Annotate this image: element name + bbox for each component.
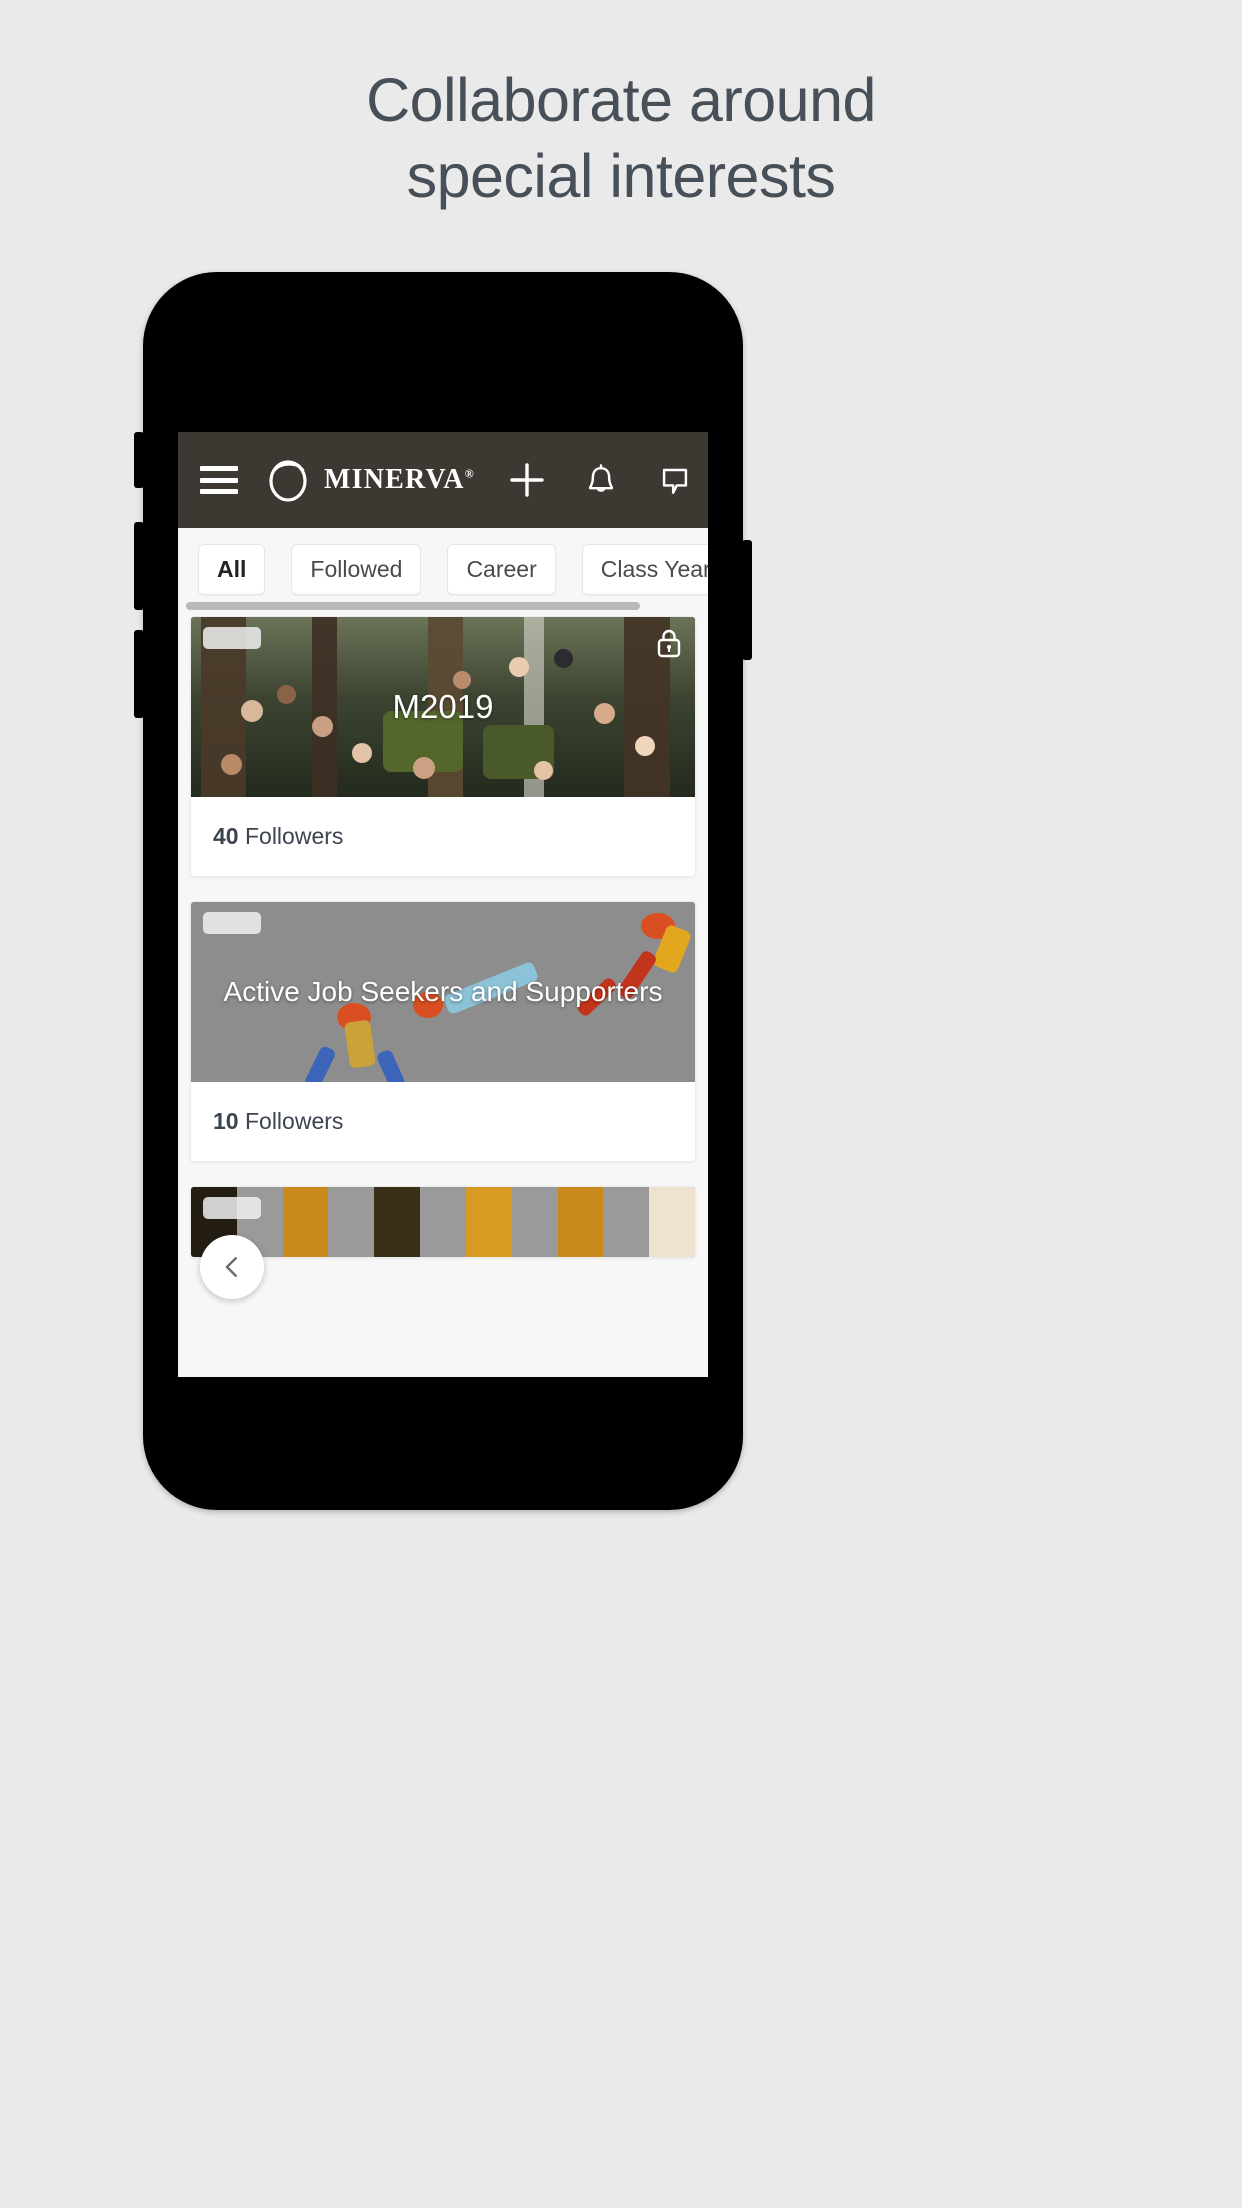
hamburger-menu-icon[interactable]	[200, 466, 238, 494]
card-followers-count: 10	[213, 1108, 239, 1134]
card-badge	[203, 912, 261, 934]
notifications-button[interactable]	[579, 458, 623, 502]
card-media: M2019	[191, 617, 695, 797]
plus-icon	[510, 463, 544, 497]
chat-bubble-icon	[662, 468, 688, 494]
batik-pattern	[191, 1187, 695, 1257]
phone-power-button[interactable]	[742, 540, 752, 660]
card-media: Active Job Seekers and Supporters	[191, 902, 695, 1082]
add-button[interactable]	[505, 458, 549, 502]
app-header: MINERVA®	[178, 432, 708, 528]
page-title: Collaborate around special interests	[0, 62, 1242, 214]
page-title-line1: Collaborate around	[366, 66, 876, 134]
card-title: M2019	[392, 688, 494, 725]
card-badge	[203, 627, 261, 649]
card-followers-count: 40	[213, 823, 239, 849]
filter-chip-class-year[interactable]: Class Year	[581, 544, 708, 595]
phone-screen: MINERVA® All Followed Career Class Year …	[178, 432, 708, 1377]
chevron-left-icon	[225, 1257, 237, 1277]
brand-trademark: ®	[464, 466, 475, 481]
horizontal-scrollbar[interactable]	[186, 602, 640, 610]
page-title-line2: special interests	[406, 142, 836, 210]
phone-volume-down-button[interactable]	[134, 630, 144, 718]
minerva-ring-icon	[269, 460, 307, 502]
phone-mockup: MINERVA® All Followed Career Class Year …	[134, 272, 752, 1510]
filter-bar: All Followed Career Class Year	[178, 528, 708, 616]
phone-volume-up-button[interactable]	[134, 522, 144, 610]
card-media	[191, 1187, 695, 1257]
back-button[interactable]	[200, 1235, 264, 1299]
card-title: Active Job Seekers and Supporters	[223, 976, 663, 1007]
card-followers-label: Followers	[244, 1108, 344, 1134]
card-followers-label: Followers	[244, 823, 344, 849]
group-card-partial[interactable]	[190, 1186, 696, 1258]
group-card-m2019[interactable]: M2019 40 Followers	[190, 616, 696, 877]
brand-logo[interactable]: MINERVA®	[264, 456, 475, 504]
filter-chip-followed[interactable]: Followed	[291, 544, 422, 595]
bell-icon	[588, 464, 614, 492]
filter-chip-career[interactable]: Career	[447, 544, 556, 595]
phone-mute-switch[interactable]	[134, 432, 144, 488]
card-footer: 10 Followers	[191, 1082, 695, 1161]
group-card-active-job-seekers[interactable]: Active Job Seekers and Supporters 10 Fol…	[190, 901, 696, 1162]
messages-button[interactable]	[653, 458, 697, 502]
card-badge	[203, 1197, 261, 1219]
filter-chip-all[interactable]: All	[198, 544, 266, 595]
card-footer: 40 Followers	[191, 797, 695, 876]
filter-chip-list: All Followed Career Class Year	[198, 544, 708, 595]
group-feed: M2019 40 Followers Active Job Seekers an…	[178, 616, 708, 1258]
lock-icon	[657, 629, 681, 658]
brand-wordmark: MINERVA®	[324, 464, 475, 495]
